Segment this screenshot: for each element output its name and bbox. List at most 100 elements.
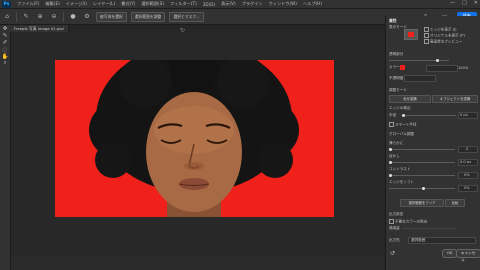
view-mode-thumbnail[interactable] bbox=[404, 29, 418, 40]
transparency-slider[interactable] bbox=[389, 60, 449, 61]
document-image[interactable] bbox=[55, 60, 334, 217]
subtract-selection-icon[interactable]: ⊖ bbox=[49, 12, 59, 22]
shift-edge-slider-knob[interactable] bbox=[422, 187, 425, 190]
object-aware-button[interactable]: オブジェクトを認識 bbox=[432, 95, 478, 103]
output-settings-label: 出力設定 bbox=[389, 212, 404, 216]
minimize-icon[interactable]: — bbox=[450, 0, 455, 6]
photoshop-logo: Ps bbox=[2, 0, 11, 8]
opacity-field[interactable] bbox=[426, 65, 458, 72]
smooth-slider-knob[interactable] bbox=[389, 148, 392, 151]
radius-value: 0 px bbox=[460, 113, 468, 117]
menu-edit[interactable]: 編集(E) bbox=[42, 1, 62, 7]
document-tab[interactable]: Freepik 写真 image 01.psd bbox=[10, 25, 69, 32]
menu-bar: Ps ファイル(F) 編集(E) イメージ(I) レイヤー(L) 書式(Y) 選… bbox=[0, 0, 480, 9]
status-bar bbox=[11, 256, 384, 270]
high-quality-preview-option[interactable]: 高品質なプレビュー bbox=[424, 39, 462, 45]
smart-radius-label: スマート半径 bbox=[395, 122, 417, 127]
menu-layer[interactable]: レイヤー(L) bbox=[90, 1, 118, 7]
zoom-tool-icon[interactable]: ⌕ bbox=[0, 60, 10, 67]
menu-view[interactable]: 表示(V) bbox=[218, 1, 239, 7]
transparency-label: 透明部分 bbox=[389, 52, 404, 56]
transparency-slider-knob[interactable] bbox=[436, 59, 439, 62]
smooth-slider[interactable] bbox=[389, 149, 455, 150]
menu-help[interactable]: ヘルプ(H) bbox=[300, 1, 325, 7]
clear-selection-button[interactable]: 選択範囲をクリア bbox=[400, 199, 444, 207]
rotate-view-icon[interactable]: ↻ bbox=[180, 27, 185, 34]
refine-selection-button[interactable]: 選択範囲を調整 bbox=[130, 11, 166, 22]
contrast-value: 0% bbox=[464, 173, 470, 177]
refine-mode-label: 調整モード bbox=[389, 88, 407, 92]
invert-button[interactable]: 反転 bbox=[445, 199, 465, 207]
feather-label: ぼかし bbox=[389, 154, 400, 158]
decontaminate-label: 不要なカラーの除去 bbox=[395, 219, 428, 224]
decontaminate-checkbox[interactable] bbox=[389, 219, 394, 224]
feather-slider[interactable] bbox=[389, 162, 455, 163]
show-original-label: オリジナルを表示 (P) bbox=[430, 33, 465, 38]
ok-button[interactable]: OK bbox=[442, 249, 458, 258]
color-label: カラー bbox=[389, 65, 400, 69]
shift-edge-value: 0% bbox=[464, 186, 470, 190]
add-selection-icon[interactable]: ⊕ bbox=[35, 12, 45, 22]
canvas-area[interactable]: ↻ bbox=[11, 27, 384, 256]
maximize-icon[interactable]: □ bbox=[462, 0, 467, 6]
amount-slider[interactable] bbox=[402, 228, 456, 229]
show-edges-checkbox[interactable] bbox=[424, 27, 429, 32]
contrast-label: コントラスト bbox=[389, 167, 411, 171]
smart-radius-checkbox[interactable] bbox=[389, 122, 394, 127]
contrast-slider-knob[interactable] bbox=[389, 174, 392, 177]
close-icon[interactable]: ✕ bbox=[474, 0, 478, 6]
menu-file[interactable]: ファイル(F) bbox=[14, 1, 42, 7]
document-tabs: Freepik 写真 image 01.psd bbox=[10, 25, 384, 32]
menu-image[interactable]: イメージ(I) bbox=[63, 1, 90, 7]
brush-tool-icon[interactable]: ✐ bbox=[0, 39, 10, 46]
smooth-value: 0 bbox=[466, 147, 469, 151]
brush-size-icon[interactable]: ● bbox=[68, 12, 78, 22]
edge-detection-label: エッジの検出 bbox=[389, 106, 411, 110]
output-to-label: 出力先 bbox=[389, 238, 400, 242]
menu-plugins[interactable]: プラグイン bbox=[239, 1, 266, 7]
menu-filter[interactable]: フィルター(T) bbox=[167, 1, 200, 7]
menu-window[interactable]: ウィンドウ(W) bbox=[266, 1, 300, 7]
smart-radius-option[interactable]: スマート半径 bbox=[389, 122, 416, 128]
contrast-slider[interactable] bbox=[389, 175, 455, 176]
radius-label: 半径 bbox=[389, 113, 397, 117]
divider bbox=[16, 11, 17, 22]
quick-select-tool-icon[interactable]: ✎ bbox=[0, 32, 10, 39]
feather-value: 0.0 px bbox=[460, 160, 472, 164]
high-quality-preview-label: 高品質なプレビュー bbox=[430, 39, 463, 44]
global-refinement-label: グローバル調整 bbox=[389, 132, 415, 136]
color-aware-button[interactable]: 色を認識 bbox=[389, 95, 431, 103]
decontaminate-option[interactable]: 不要なカラーの除去 bbox=[389, 219, 427, 225]
hand-tool-icon[interactable]: ✋ bbox=[0, 53, 10, 60]
select-subject-button[interactable]: 被写体を選択 bbox=[96, 11, 127, 22]
settings-icon[interactable]: ⚙ bbox=[82, 12, 92, 22]
high-quality-preview-checkbox[interactable] bbox=[424, 39, 429, 44]
output-to-value: 選択範囲 bbox=[411, 238, 426, 242]
menu-3d[interactable]: 3D(D) bbox=[200, 2, 218, 7]
lasso-tool-icon[interactable]: ◌ bbox=[0, 46, 10, 53]
menu-select[interactable]: 選択範囲(S) bbox=[138, 1, 167, 7]
menu-type[interactable]: 書式(Y) bbox=[118, 1, 138, 7]
tools-panel: ✥ ✎ ✐ ◌ ✋ ⌕ bbox=[0, 25, 11, 270]
amount-label: 適用量 bbox=[389, 226, 400, 230]
cancel-button[interactable]: キャンセル bbox=[456, 249, 480, 262]
feather-slider-knob[interactable] bbox=[389, 161, 392, 164]
divider bbox=[63, 11, 64, 22]
properties-panel: 属性 表示モード エッジを表示 (J) オリジナルを表示 (P) 高品質なプレビ… bbox=[385, 16, 480, 270]
opacity-value: 100% bbox=[458, 66, 469, 70]
show-original-checkbox[interactable] bbox=[424, 33, 429, 38]
smooth-label: 滑らかに bbox=[389, 141, 404, 145]
shift-edge-label: エッジをシフト bbox=[389, 180, 415, 184]
select-and-mask-button[interactable]: 選択とマスク... bbox=[169, 11, 204, 22]
radius-slider-knob[interactable] bbox=[402, 114, 405, 117]
home-icon[interactable]: ⌂ bbox=[2, 12, 12, 22]
opacity-label: 不透明度 bbox=[389, 76, 404, 80]
opacity-input[interactable] bbox=[404, 75, 436, 82]
quick-select-icon[interactable]: ✎ bbox=[21, 12, 31, 22]
show-original-option[interactable]: オリジナルを表示 (P) bbox=[424, 33, 465, 39]
radius-slider[interactable] bbox=[402, 115, 456, 116]
move-tool-icon[interactable]: ✥ bbox=[0, 25, 10, 32]
show-edges-option[interactable]: エッジを表示 (J) bbox=[424, 27, 457, 33]
reset-icon[interactable]: ↺ bbox=[390, 250, 395, 257]
overlay-color-swatch[interactable] bbox=[400, 65, 405, 70]
